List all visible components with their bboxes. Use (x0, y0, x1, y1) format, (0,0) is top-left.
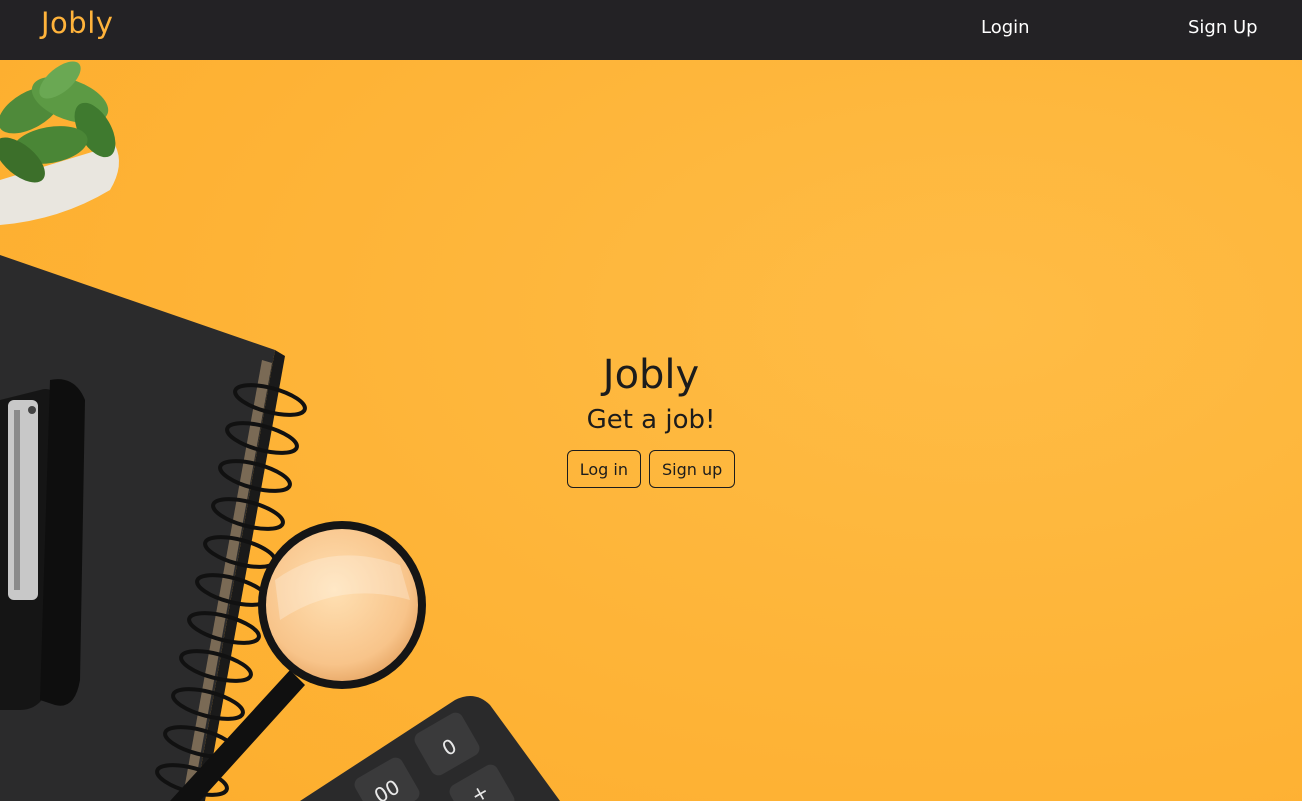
brand-logo-link[interactable]: Jobly (41, 6, 113, 40)
nav-signup-link[interactable]: Sign Up (1188, 17, 1258, 38)
login-button[interactable]: Log in (566, 450, 641, 488)
hero-section: Jobly Get a job! Log in Sign up (0, 350, 1302, 488)
hero-subtitle: Get a job! (586, 405, 716, 435)
top-navbar: Jobly Login Sign Up (0, 0, 1302, 60)
hero-title: Jobly (602, 352, 700, 398)
signup-button[interactable]: Sign up (648, 450, 736, 488)
nav-login-link[interactable]: Login (981, 17, 1030, 38)
hero-button-group: Log in Sign up (0, 450, 1302, 488)
